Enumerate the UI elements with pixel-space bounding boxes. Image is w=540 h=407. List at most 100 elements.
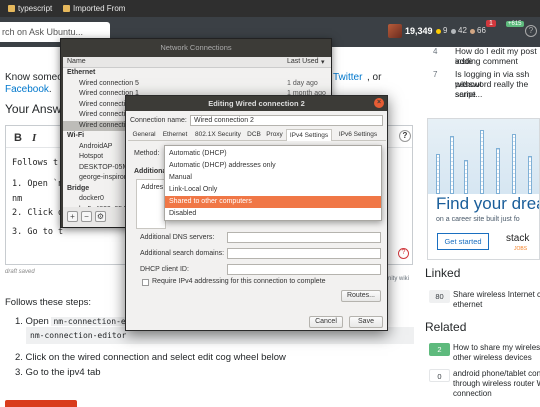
silver-badge-icon	[451, 29, 456, 34]
tab-ipv6-settings[interactable]: IPv6 Settings	[333, 129, 383, 141]
connection-name: docker0	[79, 195, 104, 202]
preview-step-2: 2. Click on the wired connection and sel…	[15, 352, 286, 363]
dns-servers-field[interactable]	[227, 232, 381, 243]
require-ipv4-label: Require IPv4 addressing for this connect…	[152, 278, 326, 285]
connection-name: Wi-Fi	[67, 132, 85, 139]
method-option-selected[interactable]: Shared to other computers	[165, 196, 381, 208]
bookmark-imported[interactable]: Imported From	[63, 3, 125, 15]
share-text: Know someor	[5, 72, 67, 83]
vote-count: 0	[429, 369, 450, 382]
list-header: Name Last Used ▾	[63, 57, 331, 68]
post-answer-button[interactable]	[5, 400, 77, 407]
connection-name: Wired connection 5	[79, 79, 139, 87]
reputation: 19,349	[405, 26, 433, 36]
method-option[interactable]: Automatic (DHCP)	[165, 148, 381, 160]
bronze-badge-icon	[470, 29, 475, 34]
dialog-title-text: Editing Wired connection 2	[208, 99, 305, 108]
editor-line: Follows t	[12, 158, 59, 168]
tab-dcb[interactable]: DCB	[245, 129, 263, 141]
tab-proxy[interactable]: Proxy	[264, 129, 285, 141]
col-name[interactable]: Name	[67, 58, 86, 65]
save-button[interactable]: Save	[349, 316, 383, 328]
dialog-title: Editing Wired connection 2 ×	[126, 96, 387, 111]
method-dropdown[interactable]: Automatic (DHCP) Automatic (DHCP) addres…	[164, 145, 382, 221]
edit-connection-gear-icon[interactable]: ⚙	[95, 211, 106, 222]
tab-ethernet[interactable]: Ethernet	[160, 129, 190, 141]
jobs-ad[interactable]: Find your drea on a career site built ju…	[427, 118, 540, 260]
connection-name: Hotspot	[79, 153, 104, 160]
silver-count: 42	[458, 26, 467, 35]
ad-subtitle: on a career site built just fo	[436, 216, 520, 223]
address-label: Addres	[141, 184, 164, 191]
italic-button[interactable]: I	[32, 132, 36, 144]
editor-line: 2. Click o	[12, 208, 64, 218]
require-ipv4-checkbox[interactable]	[142, 279, 149, 286]
connection-group: Ethernet	[63, 68, 331, 79]
ad-title: Find your drea	[436, 194, 540, 213]
cancel-button[interactable]: Cancel	[309, 316, 343, 328]
hot-question-link[interactable]: adding comment	[455, 56, 518, 66]
dns-label: Additional DNS servers:	[140, 234, 215, 241]
related-question-link[interactable]: other wireless devices	[453, 353, 532, 363]
search-domains-label: Additional search domains:	[140, 250, 225, 257]
related-question-link[interactable]: through wireless router WI	[453, 379, 540, 389]
method-label: Method:	[134, 150, 160, 157]
hot-question-num: 7	[433, 70, 438, 79]
community-wiki-label[interactable]: nity wiki	[388, 276, 409, 282]
related-question-link[interactable]: How to share my wireless c	[453, 343, 540, 353]
related-question-link[interactable]: android phone/tablet conne	[453, 369, 540, 379]
editor-line: 1. Open `n	[12, 179, 64, 189]
editor-help-icon[interactable]: ?	[399, 130, 411, 142]
avatar[interactable]	[388, 24, 402, 38]
add-connection-button[interactable]: +	[67, 211, 78, 222]
tab-general[interactable]: General	[130, 129, 158, 141]
draft-saved: draft saved	[5, 269, 35, 275]
bookmark-typescript[interactable]: typescript	[8, 3, 52, 15]
hot-question-num: 4	[433, 47, 438, 56]
inbox-badge[interactable]: 1	[486, 20, 496, 27]
connection-last-used: 1 day ago	[287, 79, 318, 87]
dhcp-client-id-field[interactable]	[227, 264, 381, 275]
share-or: , or	[367, 72, 382, 83]
hot-question-link[interactable]: script...	[455, 89, 482, 99]
linked-question-link[interactable]: Share wireless Internet co	[453, 290, 540, 300]
bronze-count: 66	[477, 26, 486, 35]
method-option[interactable]: Manual	[165, 172, 381, 184]
additional-label: Additiona	[134, 168, 167, 175]
connection-name: AndroidAP	[79, 142, 113, 150]
stackoverflow-jobs-logo: stack	[506, 233, 530, 244]
tab-ipv4-settings[interactable]: IPv4 Settings	[286, 129, 332, 141]
connection-row[interactable]: Wired connection 5 1 day ago	[63, 79, 331, 90]
preview-step-3: 3. Go to the ipv4 tab	[15, 367, 101, 378]
remove-connection-button[interactable]: −	[81, 211, 92, 222]
sort-arrow-icon: ▾	[321, 59, 325, 66]
gold-count: 9	[443, 26, 448, 35]
facebook-link[interactable]: Facebook	[5, 84, 49, 95]
achievements-badge[interactable]: +615	[506, 21, 524, 27]
method-option[interactable]: Link-Local Only	[165, 184, 381, 196]
jobs-logo-sub: JOBS	[514, 246, 528, 252]
addresses-box: Addres	[136, 179, 166, 229]
dhcp-client-id-label: DHCP client ID:	[140, 266, 189, 273]
help-icon[interactable]: ?	[525, 25, 537, 37]
bold-button[interactable]: B	[14, 132, 22, 144]
routes-button[interactable]: Routes...	[341, 290, 381, 302]
twitter-link[interactable]: Twitter	[333, 72, 362, 83]
linked-question-link[interactable]: ethernet	[453, 300, 482, 310]
search-domains-field[interactable]	[227, 248, 381, 259]
close-icon[interactable]: ×	[374, 98, 384, 108]
tab-8021x-security[interactable]: 802.1X Security	[192, 129, 244, 141]
editor-line: nm	[12, 194, 23, 204]
get-started-button[interactable]: Get started	[437, 233, 489, 250]
method-option[interactable]: Disabled	[165, 208, 381, 220]
related-question-link[interactable]: connection	[453, 389, 492, 399]
related-heading: Related	[425, 320, 467, 334]
linked-heading: Linked	[425, 266, 461, 280]
vote-count: 80	[429, 290, 450, 303]
col-last-used[interactable]: Last Used	[287, 58, 319, 65]
method-option[interactable]: Automatic (DHCP) addresses only	[165, 160, 381, 172]
alert-icon[interactable]: ?	[398, 248, 409, 259]
bookmarks-bar: typescript Imported From	[0, 0, 540, 17]
connection-name-field[interactable]: Wired connection 2	[190, 115, 383, 126]
preview-step-1: 1. Open nm-connection-edit	[15, 316, 143, 327]
